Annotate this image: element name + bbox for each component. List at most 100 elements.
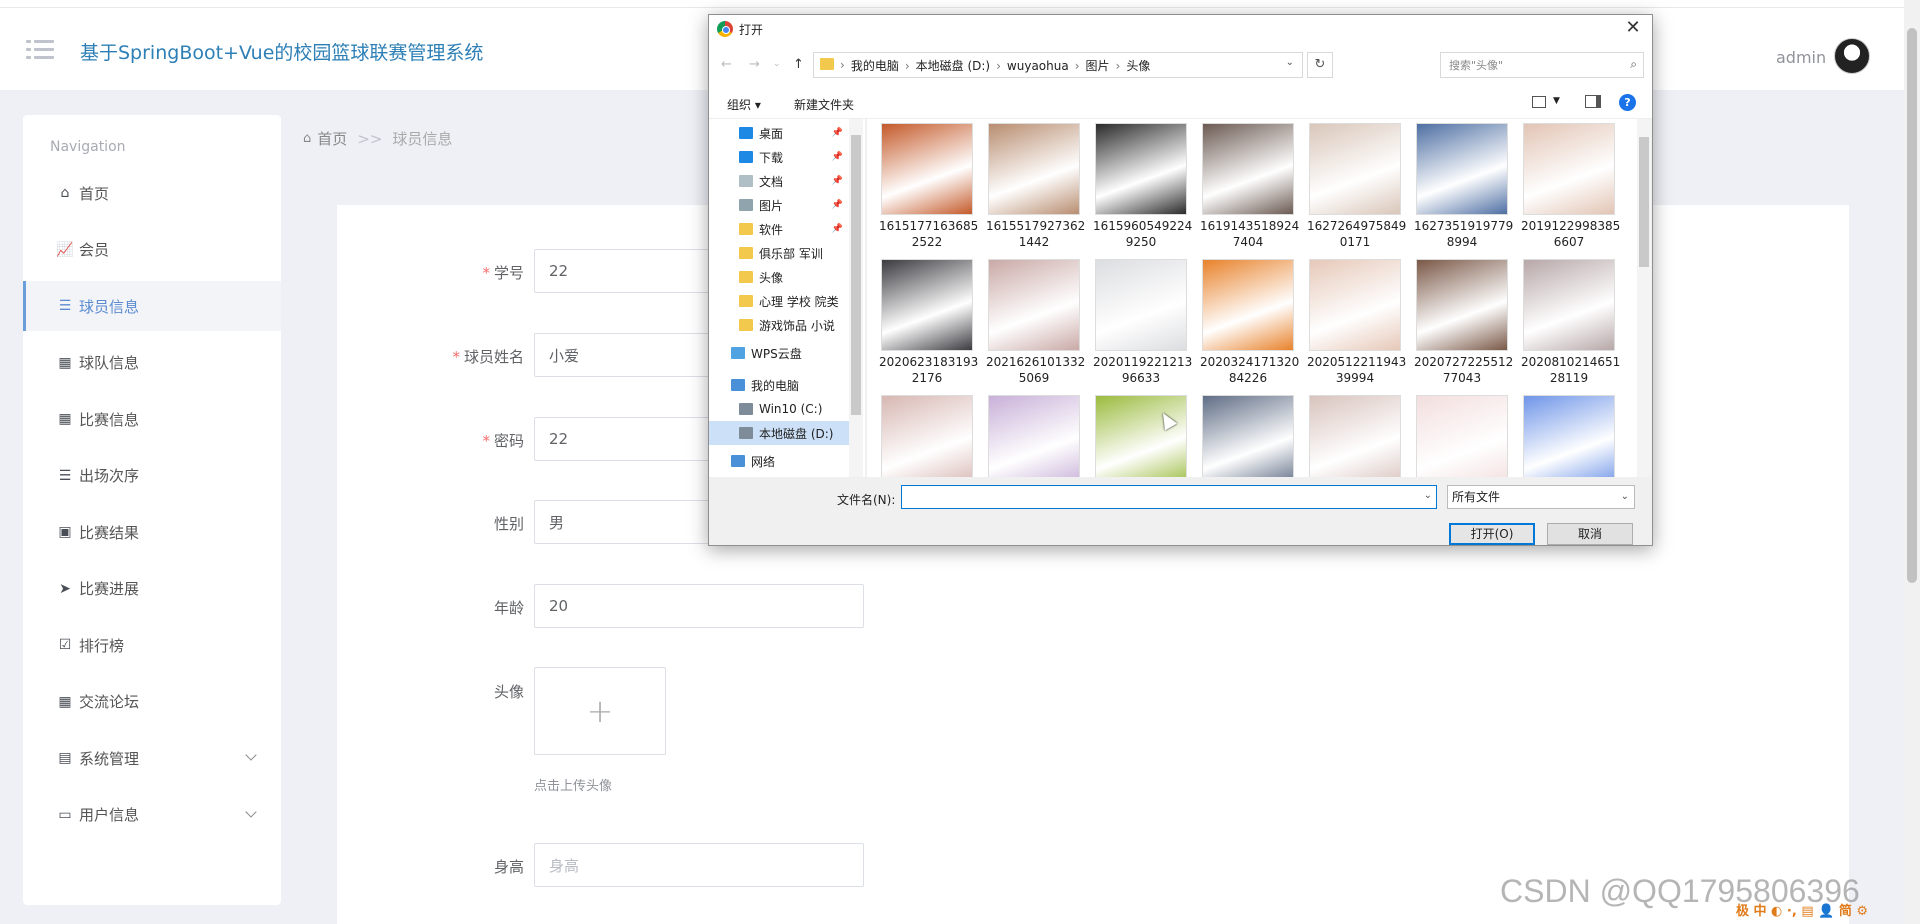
folder-icon <box>739 223 753 235</box>
preview-pane-icon[interactable] <box>1585 95 1601 108</box>
folder-tree-item[interactable]: 俱乐部 军训 <box>709 241 849 265</box>
height-input[interactable]: 身高 <box>534 843 864 887</box>
sidebar-item-label: 交流论坛 <box>79 693 140 711</box>
chevron-down-icon[interactable]: ⌄ <box>1286 57 1294 68</box>
file-thumbnail[interactable]: 2019122998385 6607 <box>1521 123 1621 250</box>
sidebar-item[interactable]: ▦ 球队信息 <box>23 338 281 388</box>
sidebar-item[interactable]: ▦ 比赛信息 <box>23 394 281 444</box>
sidebar-item[interactable]: ▤ 系统管理 <box>23 733 281 783</box>
file-thumbnail[interactable]: 2020324171320 84226 <box>1200 259 1299 386</box>
file-thumbnail[interactable] <box>1521 395 1617 477</box>
up-icon[interactable]: ↑ <box>793 57 804 72</box>
file-name: 1615517927362 1442 <box>986 219 1086 249</box>
age-input[interactable]: 20 <box>534 584 864 628</box>
file-thumbnail[interactable] <box>879 395 975 477</box>
hamburger-icon[interactable] <box>26 38 54 62</box>
folder-tree-item[interactable]: 文档 📌 <box>709 169 849 193</box>
file-thumbnail[interactable]: 2020727225512 77043 <box>1414 259 1513 386</box>
file-thumbnail[interactable] <box>1414 395 1510 477</box>
sidebar-item[interactable]: ▣ 比赛结果 <box>23 507 281 557</box>
file-name: 1615960549224 9250 <box>1093 219 1193 249</box>
filename-label: 文件名(N): <box>837 493 896 507</box>
folder-tree-item[interactable]: 下载 📌 <box>709 145 849 169</box>
path-segment[interactable]: wuyaohua <box>1007 59 1069 73</box>
organize-button[interactable]: 组织 ▾ <box>727 96 761 113</box>
page-scrollbar[interactable] <box>1904 0 1920 924</box>
sidebar-item[interactable]: ☰ 球员信息 <box>23 281 281 331</box>
file-thumbnail[interactable]: 2020119221213 96633 <box>1093 259 1192 386</box>
avatar-label: 头像 <box>493 683 524 701</box>
path-segment[interactable]: 图片 <box>1086 59 1110 73</box>
avatar-upload[interactable]: + <box>534 667 666 755</box>
filename-input[interactable]: ⌄ <box>901 485 1437 509</box>
new-folder-button[interactable]: 新建文件夹 <box>794 96 854 113</box>
file-thumbnail[interactable]: 1627264975849 0171 <box>1307 123 1406 250</box>
search-input[interactable]: 搜索"头像" ⌕ <box>1440 52 1644 78</box>
file-thumbnail[interactable] <box>1307 395 1403 477</box>
recent-dropdown-icon[interactable]: ⌄ <box>773 59 781 69</box>
forward-icon[interactable]: → <box>749 57 760 72</box>
file-grid: 1615177163685 2522 1615517927362 1442 1615… <box>867 119 1637 477</box>
dialog-titlebar: 打开 ✕ <box>709 15 1652 43</box>
folder-tree-item[interactable]: WPS云盘 <box>709 341 849 365</box>
sidebar-item[interactable]: ⌂ 首页 <box>23 168 281 218</box>
image-thumbnail <box>1095 123 1187 215</box>
back-icon[interactable]: ← <box>721 57 732 72</box>
sidebar-item[interactable]: ☰ 出场次序 <box>23 451 281 501</box>
folder-tree-item[interactable]: 图片 📌 <box>709 193 849 217</box>
file-thumbnail[interactable]: 1615177163685 2522 <box>879 123 978 250</box>
tree-scrollbar[interactable] <box>849 119 863 477</box>
files-scrollbar[interactable] <box>1637 119 1651 477</box>
sidebar-item[interactable]: ➤ 比赛进展 <box>23 564 281 614</box>
file-thumbnail[interactable] <box>1093 395 1189 477</box>
folder-tree-label: 桌面 <box>759 126 784 141</box>
file-thumbnail[interactable] <box>986 395 1082 477</box>
path-segment[interactable]: 头像 <box>1126 59 1150 73</box>
file-thumbnail[interactable]: 2020810214651 28119 <box>1521 259 1620 386</box>
list-icon: ☰ <box>58 298 72 314</box>
folder-tree-item[interactable]: Win10 (C:) <box>709 397 849 421</box>
path-breadcrumb[interactable]: › 我的电脑 › 本地磁盘 (D:) › wuyaohua › 图片 › 头像 ⌄ <box>813 52 1303 78</box>
file-thumbnail[interactable]: 1615517927362 1442 <box>986 123 1086 250</box>
close-icon[interactable]: ✕ <box>1620 17 1646 39</box>
sidebar-item[interactable]: ▭ 用户信息 <box>23 790 281 840</box>
open-button[interactable]: 打开(O) <box>1449 523 1535 545</box>
avatar[interactable] <box>1834 38 1870 74</box>
sidebar-item[interactable]: ▦ 交流论坛 <box>23 677 281 727</box>
folder-tree-item[interactable]: 桌面 📌 <box>709 121 849 145</box>
folder-tree-label: Win10 (C:) <box>759 402 823 416</box>
file-thumbnail[interactable]: 1615960549224 9250 <box>1093 123 1193 250</box>
grid-icon: ▦ <box>58 693 72 710</box>
help-icon[interactable]: ? <box>1619 94 1636 111</box>
sidebar-item[interactable]: ☑ 排行榜 <box>23 620 281 670</box>
view-dropdown-icon[interactable]: ▼ <box>1553 96 1560 106</box>
file-thumbnail[interactable]: 2020623183193 2176 <box>879 259 978 386</box>
breadcrumb-home[interactable]: 首页 <box>317 128 347 149</box>
message-icon: ▤ <box>58 750 72 766</box>
path-segment[interactable]: 本地磁盘 (D:) <box>916 59 990 73</box>
user-name[interactable]: admin <box>1776 48 1826 67</box>
chevron-down-icon[interactable]: ⌄ <box>1424 490 1432 501</box>
sidebar-item[interactable]: 📈 会员 <box>23 225 281 275</box>
file-thumbnail[interactable]: 1627351919779 8994 <box>1414 123 1513 250</box>
folder-tree-item[interactable]: 我的电脑 <box>709 373 849 397</box>
file-thumbnail[interactable]: 1619143518924 7404 <box>1200 123 1299 250</box>
scrollbar-thumb[interactable] <box>1907 28 1917 583</box>
folder-tree-item[interactable]: 头像 <box>709 265 849 289</box>
folder-tree-item[interactable]: 游戏饰品 小说 <box>709 313 849 337</box>
cancel-button[interactable]: 取消 <box>1547 523 1633 545</box>
filetype-select[interactable]: 所有文件 ⌄ <box>1447 485 1635 509</box>
upload-hint: 点击上传头像 <box>534 779 613 794</box>
folder-tree-item[interactable]: 本地磁盘 (D:) <box>709 421 849 445</box>
file-thumbnail[interactable]: 2020512211943 39994 <box>1307 259 1406 386</box>
file-thumbnail[interactable] <box>1200 395 1296 477</box>
folder-tree-item[interactable]: 网络 <box>709 449 849 473</box>
folder-tree-item[interactable]: 软件 📌 <box>709 217 849 241</box>
file-name: 2019122998385 6607 <box>1521 219 1621 249</box>
breadcrumb-current: 球员信息 <box>392 130 453 148</box>
folder-tree-item[interactable]: 心理 学校 院类 <box>709 289 849 313</box>
refresh-icon[interactable]: ↻ <box>1307 52 1333 78</box>
path-segment[interactable]: 我的电脑 <box>851 59 899 73</box>
view-options-icon[interactable] <box>1532 96 1546 108</box>
file-thumbnail[interactable]: 2021626101332 5069 <box>986 259 1085 386</box>
